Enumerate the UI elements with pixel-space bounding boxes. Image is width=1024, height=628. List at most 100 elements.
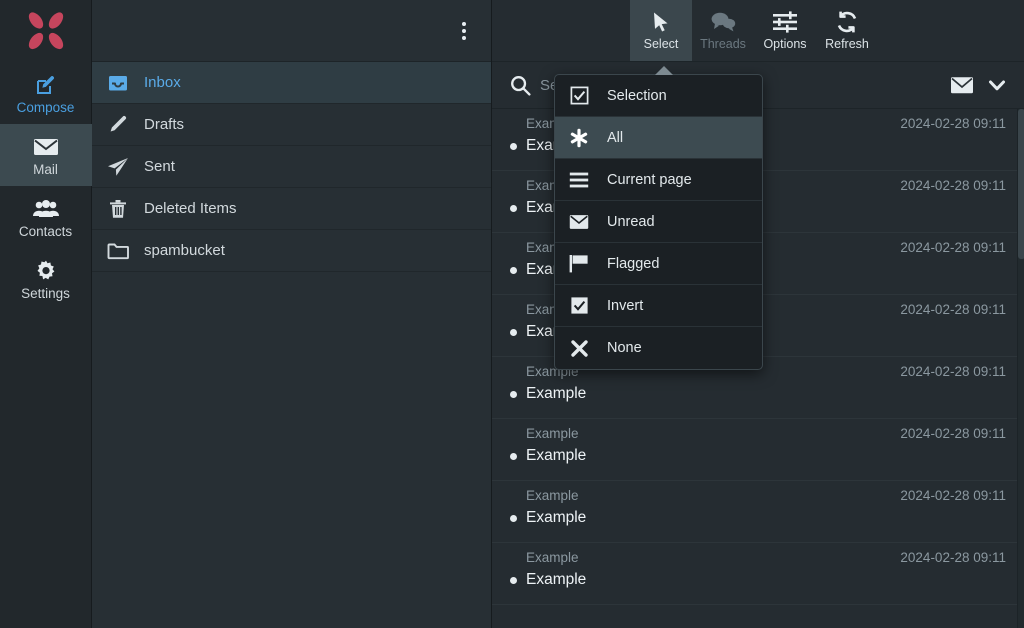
folder-panel-empty-space xyxy=(92,272,491,628)
toolbar-button-select[interactable]: Select xyxy=(630,0,692,61)
message-row[interactable]: Example 2024-02-28 09:11 Example xyxy=(492,543,1024,605)
message-row[interactable]: Example 2024-02-28 09:11 Example xyxy=(492,481,1024,543)
paper-plane-icon xyxy=(106,157,130,177)
scrollbar-thumb[interactable] xyxy=(1018,109,1024,259)
folder-item-label: Drafts xyxy=(144,116,185,133)
toolbar-button-options[interactable]: Options xyxy=(754,0,816,61)
message-date: 2024-02-28 09:11 xyxy=(900,116,1006,131)
list-lines-icon xyxy=(569,172,589,188)
menu-item-label: Current page xyxy=(607,171,692,188)
pencil-icon xyxy=(106,115,130,135)
folder-item-sent[interactable]: Sent xyxy=(92,146,491,188)
folder-item-deleted-items[interactable]: Deleted Items xyxy=(92,188,491,230)
unread-dot-indicator xyxy=(510,452,517,460)
menu-item-label: Flagged xyxy=(607,255,660,272)
rail-item-contacts[interactable]: Contacts xyxy=(0,186,92,248)
unread-dot-indicator xyxy=(510,390,517,398)
toolbar-button-label: Options xyxy=(763,37,807,52)
trash-icon xyxy=(106,199,130,219)
people-icon xyxy=(32,196,60,222)
rail-item-label: Compose xyxy=(16,99,75,115)
message-row-header: Example 2024-02-28 09:11 xyxy=(510,426,1006,441)
unread-dot-indicator xyxy=(510,514,517,522)
toolbar-button-label: Select xyxy=(643,37,679,52)
x-mark-icon xyxy=(569,339,589,358)
folder-list-panel: Inbox Drafts Sent Deleted Items spambuck… xyxy=(92,0,492,628)
menu-pointer-arrow xyxy=(655,66,673,75)
message-date: 2024-02-28 09:11 xyxy=(900,426,1006,441)
menu-item-none[interactable]: None xyxy=(555,327,762,369)
folder-item-inbox[interactable]: Inbox xyxy=(92,62,491,104)
rail-item-mail[interactable]: Mail xyxy=(0,124,92,186)
checkbox-checked-icon xyxy=(569,86,589,105)
rail-item-label: Contacts xyxy=(18,223,73,239)
unread-dot-indicator xyxy=(510,576,517,584)
message-date: 2024-02-28 09:11 xyxy=(900,240,1006,255)
menu-item-label: All xyxy=(607,129,624,146)
message-toolbar: Select Threads Options Refresh xyxy=(492,0,1024,62)
folder-item-drafts[interactable]: Drafts xyxy=(92,104,491,146)
menu-item-unread[interactable]: Unread xyxy=(555,201,762,243)
unread-dot-indicator xyxy=(510,204,517,212)
menu-item-label: None xyxy=(607,340,642,356)
app-logo xyxy=(0,0,92,62)
rail-item-label: Mail xyxy=(33,161,58,177)
compose-pencil-icon xyxy=(34,72,58,98)
toolbar-button-label: Refresh xyxy=(825,37,869,52)
message-list-scrollbar[interactable] xyxy=(1017,109,1024,628)
rail-item-compose[interactable]: Compose xyxy=(0,62,92,124)
cursor-arrow-icon xyxy=(651,10,671,34)
message-row-body: Example xyxy=(510,385,1006,403)
menu-item-invert[interactable]: Invert xyxy=(555,285,762,327)
folder-item-label: spambucket xyxy=(144,242,225,259)
message-sender: Example xyxy=(526,550,579,565)
menu-item-label: Selection xyxy=(607,87,667,104)
message-row-header: Example 2024-02-28 09:11 xyxy=(510,550,1006,565)
menu-item-label: Invert xyxy=(607,297,644,314)
rail-item-label: Settings xyxy=(21,285,70,301)
envelope-icon xyxy=(569,214,589,230)
message-date: 2024-02-28 09:11 xyxy=(900,302,1006,317)
message-date: 2024-02-28 09:11 xyxy=(900,550,1006,565)
speech-bubbles-icon xyxy=(710,10,736,34)
unread-dot-indicator xyxy=(510,266,517,274)
flag-icon xyxy=(569,254,589,273)
refresh-icon xyxy=(835,10,859,34)
checkbox-checked-icon xyxy=(569,296,589,315)
message-row-body: Example xyxy=(510,509,1006,527)
folder-panel-header xyxy=(92,0,491,62)
toolbar-button-refresh[interactable]: Refresh xyxy=(816,0,878,61)
message-subject: Example xyxy=(526,447,587,464)
folder-item-label: Sent xyxy=(144,158,175,175)
message-subject: Example xyxy=(526,385,587,402)
mail-app-window: Compose Mail Contacts Settings Inbox Dra… xyxy=(0,0,1024,628)
inbox-tray-icon xyxy=(106,74,130,92)
menu-item-flagged[interactable]: Flagged xyxy=(555,243,762,285)
message-sender: Example xyxy=(526,488,579,503)
menu-item-all[interactable]: All xyxy=(555,117,762,159)
asterisk-icon xyxy=(569,128,589,148)
search-scope-envelope-icon[interactable] xyxy=(950,76,974,95)
message-date: 2024-02-28 09:11 xyxy=(900,178,1006,193)
message-row[interactable]: Example 2024-02-28 09:11 Example xyxy=(492,419,1024,481)
envelope-icon xyxy=(33,134,59,160)
message-sender: Example xyxy=(526,426,579,441)
kebab-menu-icon[interactable] xyxy=(454,16,474,46)
message-date: 2024-02-28 09:11 xyxy=(900,364,1006,379)
toolbar-button-threads: Threads xyxy=(692,0,754,61)
menu-item-selection[interactable]: Selection xyxy=(555,75,762,117)
search-icon xyxy=(506,75,534,96)
menu-item-current-page[interactable]: Current page xyxy=(555,159,762,201)
message-row-body: Example xyxy=(510,571,1006,589)
select-dropdown-menu: Selection All Current page Unread Flagge… xyxy=(554,66,763,370)
rail-item-settings[interactable]: Settings xyxy=(0,248,92,310)
butterfly-logo-icon xyxy=(28,12,63,50)
primary-nav-rail: Compose Mail Contacts Settings xyxy=(0,0,92,628)
chevron-down-icon[interactable] xyxy=(988,79,1006,92)
folder-item-label: Inbox xyxy=(144,74,181,91)
sliders-icon xyxy=(772,10,798,34)
folder-icon xyxy=(106,242,130,260)
folder-item-spambucket[interactable]: spambucket xyxy=(92,230,491,272)
message-date: 2024-02-28 09:11 xyxy=(900,488,1006,503)
message-row-body: Example xyxy=(510,447,1006,465)
